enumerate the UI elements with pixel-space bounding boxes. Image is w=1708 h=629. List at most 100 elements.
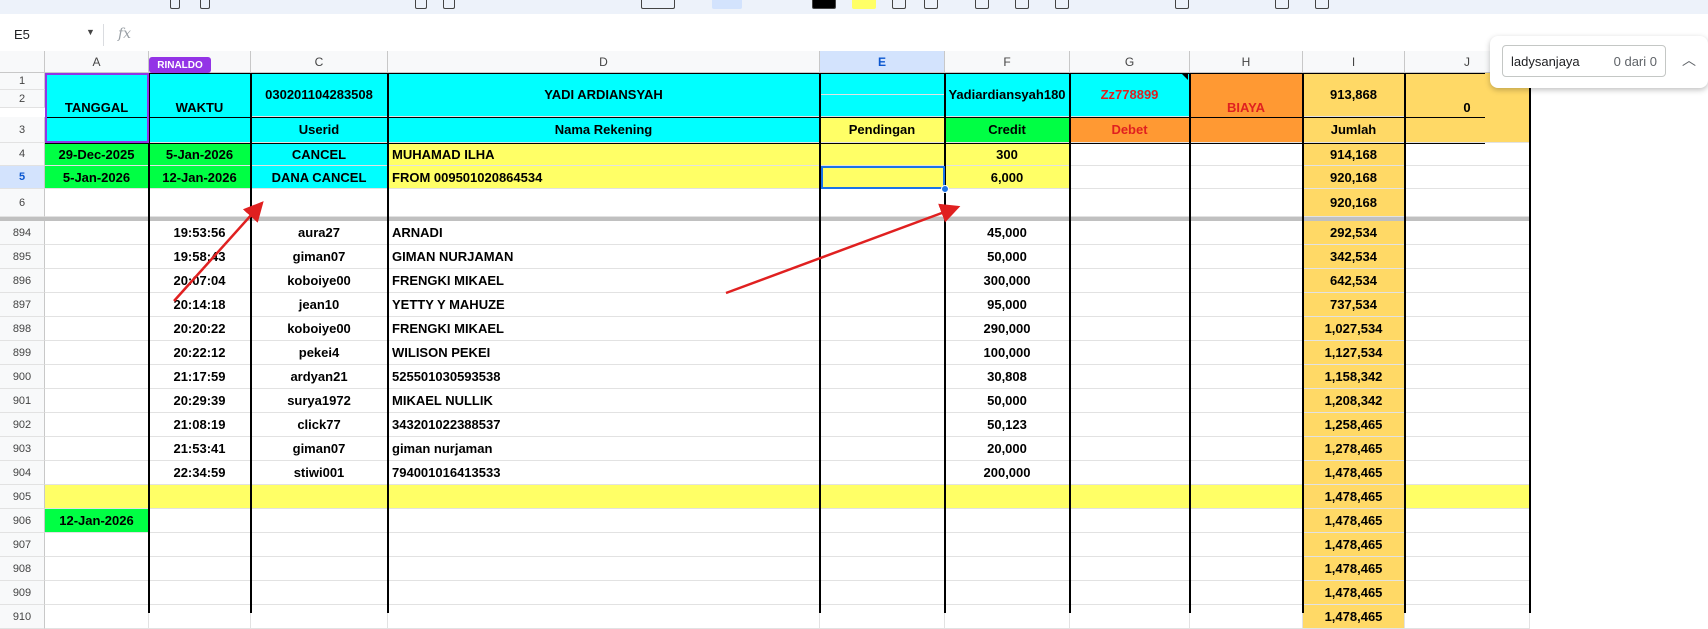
cell-credit[interactable] [945, 605, 1070, 629]
cell-biaya[interactable] [1190, 317, 1303, 341]
cell-nama[interactable]: FRENGKI MIKAEL [388, 269, 820, 293]
cell-pendingan[interactable] [820, 557, 945, 581]
cell-biaya[interactable] [1190, 293, 1303, 317]
cell-biaya[interactable] [1190, 189, 1303, 217]
cell-pendingan[interactable] [820, 365, 945, 389]
cell-waktu[interactable]: 20:20:22 [149, 317, 251, 341]
name-box-value[interactable]: E5 [14, 27, 30, 42]
cell-userid[interactable] [251, 581, 388, 605]
row-number[interactable]: 2 [0, 90, 45, 108]
cell-waktu[interactable]: 21:53:41 [149, 437, 251, 461]
cell-jumlah[interactable]: 914,168 [1303, 143, 1405, 166]
cell-nama[interactable] [388, 581, 820, 605]
cell-waktu[interactable]: 19:53:56 [149, 221, 251, 245]
cell-biaya[interactable] [1190, 365, 1303, 389]
cell-pendingan[interactable] [820, 245, 945, 269]
cell-pendingan[interactable] [820, 189, 945, 217]
cell-pendingan[interactable] [820, 485, 945, 509]
chevron-up-icon[interactable]: ︿ [1682, 50, 1696, 70]
cell-debet[interactable] [1070, 509, 1190, 533]
cell-userid[interactable]: aura27 [251, 221, 388, 245]
cell-j[interactable] [1405, 143, 1530, 166]
row-number[interactable]: 1 [0, 73, 45, 90]
cell-jumlah[interactable]: 1,278,465 [1303, 437, 1405, 461]
select-all-corner[interactable] [0, 51, 45, 73]
toolbar-icon[interactable] [200, 0, 210, 9]
cell-tanggal[interactable] [45, 437, 149, 461]
column-header-d[interactable]: D [388, 51, 820, 73]
cell-tanggal[interactable] [45, 581, 149, 605]
cell-j[interactable] [1405, 166, 1530, 189]
header-account-no[interactable]: 030201104283508 [251, 73, 388, 117]
font-size-box[interactable] [641, 0, 675, 9]
cell-biaya[interactable] [1190, 557, 1303, 581]
cell-credit[interactable] [945, 485, 1070, 509]
cell-credit[interactable] [945, 581, 1070, 605]
cell-debet[interactable] [1070, 437, 1190, 461]
cell-nama[interactable]: MUHAMAD ILHA [388, 143, 820, 166]
row-number[interactable]: 6 [0, 189, 45, 217]
cell-debet[interactable] [1070, 245, 1190, 269]
text-color-icon[interactable] [812, 0, 836, 9]
header-waktu[interactable]: WAKTU [149, 73, 251, 143]
redo-icon[interactable] [443, 0, 455, 9]
column-header-c[interactable]: C [251, 51, 388, 73]
header-jumlah[interactable]: Jumlah [1303, 117, 1405, 143]
row-number[interactable]: 906 [0, 509, 45, 533]
row-number[interactable]: 3 [0, 117, 45, 143]
cell-j[interactable] [1405, 389, 1530, 413]
cell-pendingan[interactable] [820, 509, 945, 533]
cell-biaya[interactable] [1190, 605, 1303, 629]
cell-jumlah[interactable]: 342,534 [1303, 245, 1405, 269]
cell-debet[interactable] [1070, 533, 1190, 557]
cell-credit[interactable]: 50,000 [945, 245, 1070, 269]
cell-j[interactable] [1405, 581, 1530, 605]
cell-debet[interactable] [1070, 317, 1190, 341]
cell-tanggal[interactable] [45, 269, 149, 293]
cell-tanggal[interactable]: 5-Jan-2026 [45, 166, 149, 189]
cell-debet[interactable] [1070, 293, 1190, 317]
cell-biaya[interactable] [1190, 533, 1303, 557]
cell-nama[interactable] [388, 189, 820, 217]
cell-debet[interactable] [1070, 143, 1190, 166]
cell-nama[interactable]: FROM 009501020864534 [388, 166, 820, 189]
header-account-name[interactable]: YADI ARDIANSYAH [388, 73, 820, 117]
cell-pendingan[interactable] [820, 341, 945, 365]
cell-userid[interactable]: jean10 [251, 293, 388, 317]
fill-color-icon[interactable] [852, 0, 876, 9]
cell-j[interactable] [1405, 365, 1530, 389]
find-query[interactable]: ladysanjaya [1511, 54, 1580, 69]
column-header-g[interactable]: G [1070, 51, 1190, 73]
cell-nama[interactable]: 343201022388537 [388, 413, 820, 437]
cell-jumlah[interactable]: 1,478,465 [1303, 605, 1405, 629]
cell-userid[interactable]: pekei4 [251, 341, 388, 365]
cell-nama[interactable]: MIKAEL NULLIK [388, 389, 820, 413]
cell-userid[interactable] [251, 605, 388, 629]
cell-credit[interactable]: 300,000 [945, 269, 1070, 293]
cell-credit[interactable]: 300 [945, 143, 1070, 166]
header-biaya[interactable]: BIAYA [1190, 73, 1303, 143]
cell-nama[interactable]: WILISON PEKEI [388, 341, 820, 365]
cell-pendingan[interactable] [820, 221, 945, 245]
cell-userid[interactable]: stiwi001 [251, 461, 388, 485]
cell-jumlah[interactable]: 737,534 [1303, 293, 1405, 317]
header-username[interactable]: Yadiardiansyah180 [945, 73, 1070, 117]
link-icon[interactable] [1175, 0, 1189, 9]
cell-userid[interactable]: ardyan21 [251, 365, 388, 389]
column-header-a[interactable]: A [45, 51, 149, 73]
cell-jumlah[interactable]: 1,258,465 [1303, 413, 1405, 437]
cell-jumlah[interactable]: 1,158,342 [1303, 365, 1405, 389]
cell-credit[interactable] [945, 509, 1070, 533]
cell-jumlah[interactable]: 292,534 [1303, 221, 1405, 245]
column-header-e[interactable]: E [820, 51, 945, 73]
header-debet[interactable]: Debet [1070, 117, 1190, 143]
fill-handle[interactable] [941, 185, 949, 193]
row-number[interactable]: 905 [0, 485, 45, 509]
cell-waktu[interactable]: 20:22:12 [149, 341, 251, 365]
cell-nama[interactable] [388, 605, 820, 629]
cell-pendingan[interactable] [820, 413, 945, 437]
cell-jumlah[interactable]: 1,478,465 [1303, 509, 1405, 533]
cell-nama[interactable] [388, 485, 820, 509]
cell-credit[interactable]: 6,000 [945, 166, 1070, 189]
cell-waktu[interactable] [149, 189, 251, 217]
